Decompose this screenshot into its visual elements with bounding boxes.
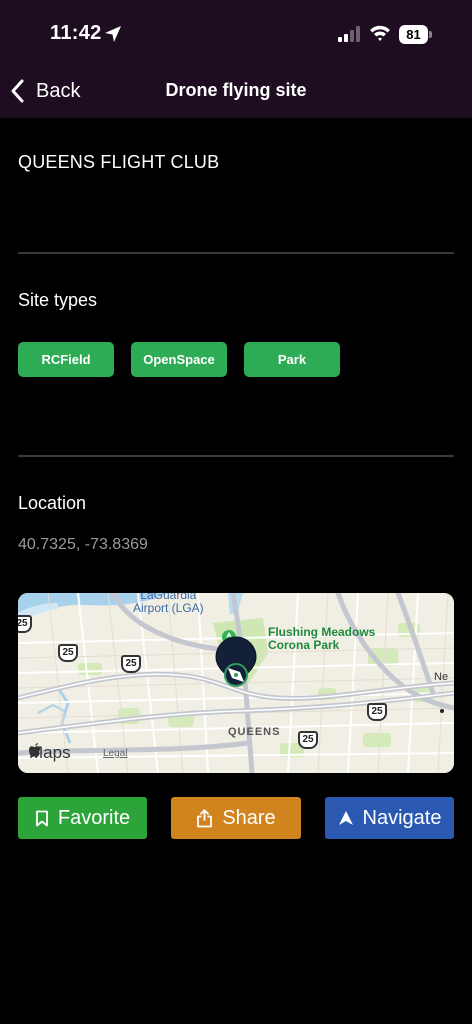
header-bar: 11:42 81 Back Drone flying site: [0, 0, 472, 118]
map-park-label: Flushing Meadows Corona Park: [268, 625, 376, 652]
site-type-chips: RCField OpenSpace Park: [18, 342, 340, 377]
share-label: Share: [222, 806, 276, 829]
apple-logo-icon: [29, 743, 41, 757]
navigate-button[interactable]: Navigate: [325, 797, 454, 839]
battery-level: 81: [399, 25, 428, 44]
bookmark-icon: [35, 810, 48, 826]
route-shield: 25: [18, 615, 32, 633]
battery-icon: 81: [399, 25, 432, 44]
page-title: Drone flying site: [165, 80, 307, 100]
site-types-title: Site types: [18, 290, 98, 310]
map-view[interactable]: LaGuardia Airport (LGA) Flushing Meadows C…: [18, 593, 454, 773]
map-district-label: QUEENS: [228, 726, 281, 738]
map-edge-label: Ne: [434, 671, 449, 683]
map-airport-label: LaGuardia Airport (LGA): [133, 593, 204, 615]
divider: [18, 455, 454, 457]
share-button[interactable]: Share: [171, 797, 301, 839]
chip-rcfield: RCField: [18, 342, 114, 377]
map-legal-link[interactable]: Legal: [103, 748, 127, 759]
route-shield: 25: [58, 644, 78, 662]
chip-park: Park: [244, 342, 340, 377]
divider: [18, 252, 454, 254]
location-title: Location: [18, 493, 87, 513]
chip-openspace: OpenSpace: [131, 342, 227, 377]
route-shield: 25: [367, 703, 387, 721]
route-shield: 25: [121, 655, 141, 673]
share-icon: [197, 808, 213, 827]
navigation-arrow-icon: [338, 811, 353, 825]
battery-cap: [429, 31, 432, 38]
map-base: [18, 593, 454, 773]
cellular-signal-icon: [338, 26, 360, 42]
site-name: QUEENS FLIGHT CLUB: [18, 152, 220, 172]
maps-logo: Maps: [29, 743, 71, 762]
status-time: 11:42: [50, 22, 102, 44]
wifi-icon: [370, 25, 390, 41]
navigate-label: Navigate: [362, 806, 442, 829]
route-shield: 25: [298, 731, 318, 749]
favorite-button[interactable]: Favorite: [18, 797, 147, 839]
location-arrow-icon: [105, 26, 121, 42]
favorite-label: Favorite: [57, 806, 131, 829]
coordinates-text: 40.7325, -73.8369: [18, 536, 148, 553]
